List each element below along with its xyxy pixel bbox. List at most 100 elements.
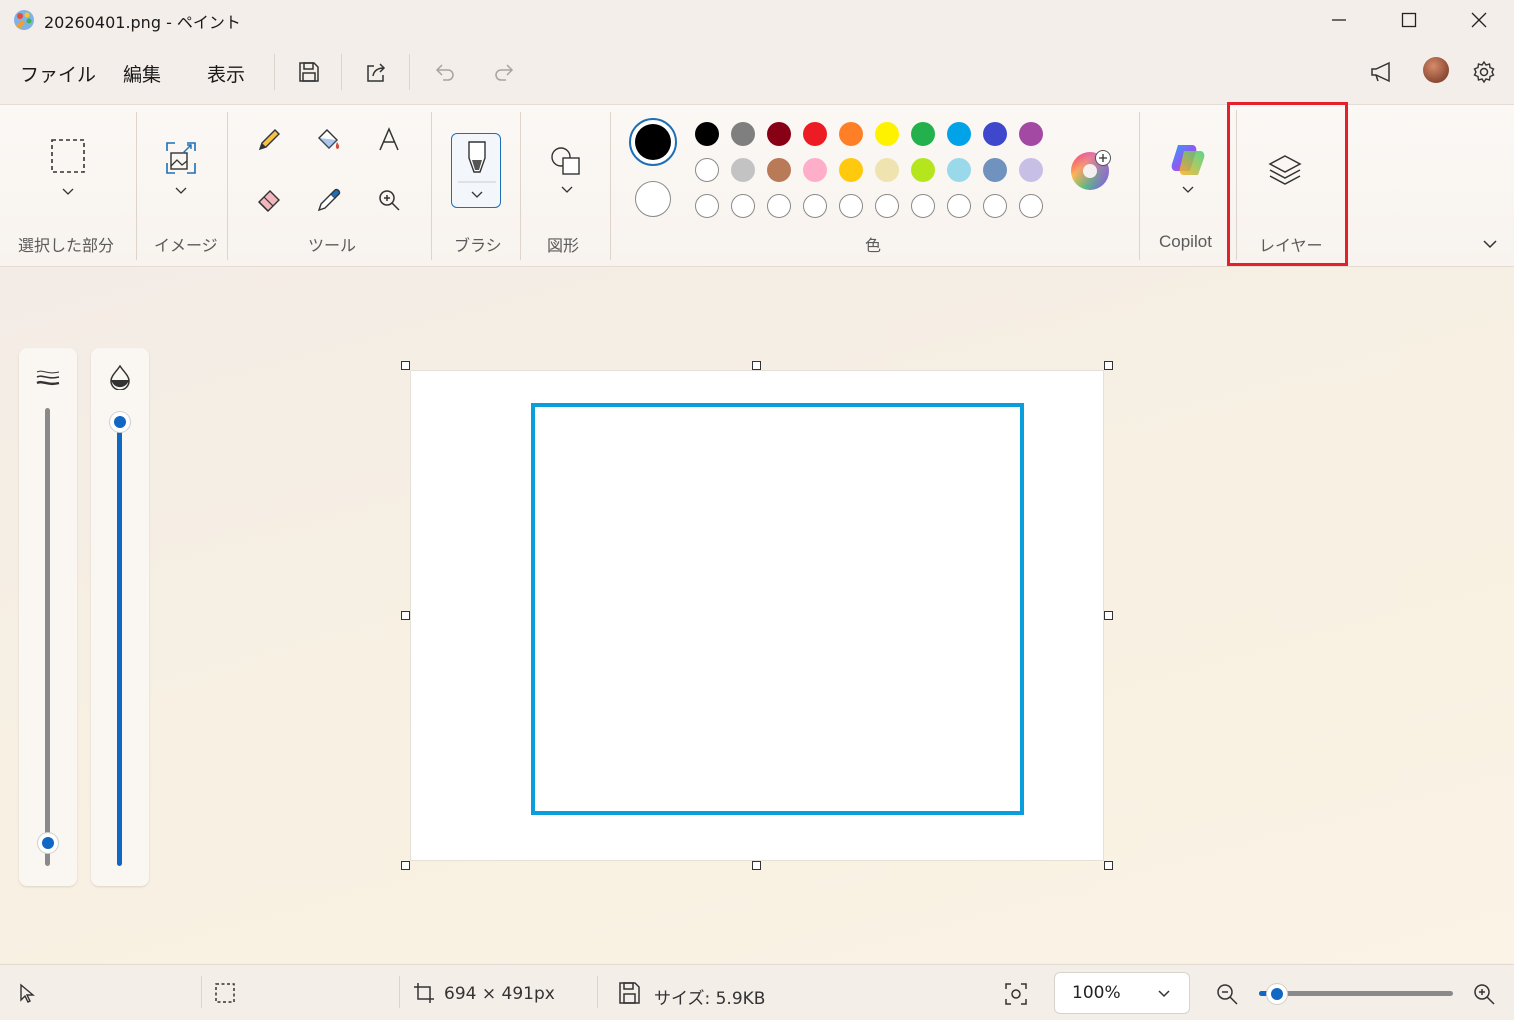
custom-color-slot[interactable] <box>731 194 755 218</box>
minimize-button[interactable] <box>1304 0 1374 40</box>
fit-to-window-button[interactable] <box>1003 981 1029 1011</box>
shapes-button[interactable] <box>543 140 587 200</box>
ribbon-divider <box>227 112 228 260</box>
window-title: 20260401.png - ペイント <box>44 13 241 32</box>
color-swatch[interactable] <box>1019 158 1043 182</box>
cursor-position-icon <box>16 982 38 1008</box>
color-swatch[interactable] <box>875 158 899 182</box>
pencil-icon <box>258 129 280 151</box>
undo-button[interactable] <box>425 52 465 92</box>
magnifier-tool-button[interactable] <box>367 178 411 222</box>
zoom-slider-thumb[interactable] <box>1266 984 1287 1004</box>
resize-handle-top-left[interactable] <box>401 361 410 370</box>
color-swatch[interactable] <box>695 158 719 182</box>
color-swatch[interactable] <box>839 122 863 146</box>
eraser-tool-button[interactable] <box>247 178 291 222</box>
color-swatch[interactable] <box>947 158 971 182</box>
layers-highlight-box <box>1227 102 1348 266</box>
resize-handle-bottom[interactable] <box>752 861 761 870</box>
maximize-icon <box>1401 12 1417 28</box>
resize-handle-bottom-left[interactable] <box>401 861 410 870</box>
custom-color-slot[interactable] <box>803 194 827 218</box>
status-divider <box>201 976 202 1008</box>
color-swatch[interactable] <box>731 122 755 146</box>
canvas-size-icon <box>412 982 436 1008</box>
resize-handle-bottom-right[interactable] <box>1104 861 1113 870</box>
color-swatch[interactable] <box>983 122 1007 146</box>
menu-divider <box>409 54 410 90</box>
text-tool-button[interactable] <box>367 118 411 162</box>
secondary-color-button[interactable] <box>635 181 671 217</box>
group-label-shapes: 図形 <box>547 236 580 255</box>
zoom-out-button[interactable] <box>1214 981 1240 1011</box>
pencil-tool-button[interactable] <box>247 118 291 162</box>
color-swatch[interactable] <box>911 158 935 182</box>
color-swatch[interactable] <box>983 158 1007 182</box>
copilot-button[interactable] <box>1166 140 1210 200</box>
menu-edit[interactable]: 編集 <box>123 60 161 87</box>
paint-app-icon <box>12 8 36 32</box>
brush-size-track[interactable] <box>45 408 50 866</box>
custom-color-slot[interactable] <box>875 194 899 218</box>
redo-button[interactable] <box>484 52 524 92</box>
color-swatch[interactable] <box>803 158 827 182</box>
edit-colors-button[interactable] <box>1069 150 1111 192</box>
custom-color-slot[interactable] <box>695 194 719 218</box>
fill-tool-button[interactable] <box>307 118 351 162</box>
color-picker-tool-button[interactable] <box>307 178 351 222</box>
megaphone-icon <box>1371 61 1390 83</box>
color-swatch[interactable] <box>875 122 899 146</box>
group-label-brushes: ブラシ <box>454 236 502 255</box>
custom-color-slot[interactable] <box>767 194 791 218</box>
custom-color-slot[interactable] <box>1019 194 1043 218</box>
primary-color-button[interactable] <box>629 118 677 166</box>
color-swatch[interactable] <box>1019 122 1043 146</box>
undo-icon <box>435 64 454 81</box>
ribbon-expand-button[interactable] <box>1478 232 1502 256</box>
ribbon-divider <box>136 112 137 260</box>
maximize-button[interactable] <box>1374 0 1444 40</box>
selection-size-icon <box>213 982 237 1008</box>
color-swatch[interactable] <box>947 122 971 146</box>
zoom-dropdown[interactable]: 100% <box>1054 972 1190 1014</box>
color-swatch[interactable] <box>767 122 791 146</box>
shapes-icon <box>551 147 580 193</box>
canvas-dimensions: 694 × 491px <box>444 984 555 1004</box>
custom-color-slot[interactable] <box>947 194 971 218</box>
share-button[interactable] <box>357 52 397 92</box>
settings-button[interactable] <box>1464 52 1504 92</box>
custom-color-slot[interactable] <box>839 194 863 218</box>
opacity-track[interactable] <box>117 428 122 866</box>
color-swatch[interactable] <box>839 158 863 182</box>
color-swatch[interactable] <box>767 158 791 182</box>
redo-icon <box>495 64 514 81</box>
group-label-colors: 色 <box>865 236 882 255</box>
resize-handle-top[interactable] <box>752 361 761 370</box>
selection-tool-button[interactable] <box>46 134 90 204</box>
zoom-in-button[interactable] <box>1471 981 1497 1011</box>
brushes-button[interactable] <box>451 133 501 208</box>
copilot-icon <box>1171 145 1205 193</box>
resize-handle-right[interactable] <box>1104 611 1113 620</box>
resize-handle-left[interactable] <box>401 611 410 620</box>
resize-handle-top-right[interactable] <box>1104 361 1113 370</box>
save-button[interactable] <box>289 52 329 92</box>
close-button[interactable] <box>1444 0 1514 40</box>
user-avatar[interactable] <box>1423 57 1449 83</box>
custom-color-slot[interactable] <box>983 194 1007 218</box>
menu-view[interactable]: 表示 <box>207 60 245 87</box>
custom-color-slot[interactable] <box>911 194 935 218</box>
brush-size-thumb[interactable] <box>38 833 58 853</box>
color-swatch[interactable] <box>695 122 719 146</box>
menu-file[interactable]: ファイル <box>20 60 96 87</box>
opacity-thumb[interactable] <box>110 412 130 432</box>
zoom-slider-track[interactable] <box>1259 991 1453 996</box>
eyedropper-icon <box>317 188 341 212</box>
file-size: サイズ: 5.9KB <box>654 989 766 1009</box>
color-swatch[interactable] <box>803 122 827 146</box>
image-tool-button[interactable] <box>159 138 203 202</box>
color-swatch[interactable] <box>731 158 755 182</box>
feedback-button[interactable] <box>1362 52 1402 92</box>
minimize-icon <box>1332 19 1346 21</box>
color-swatch[interactable] <box>911 122 935 146</box>
